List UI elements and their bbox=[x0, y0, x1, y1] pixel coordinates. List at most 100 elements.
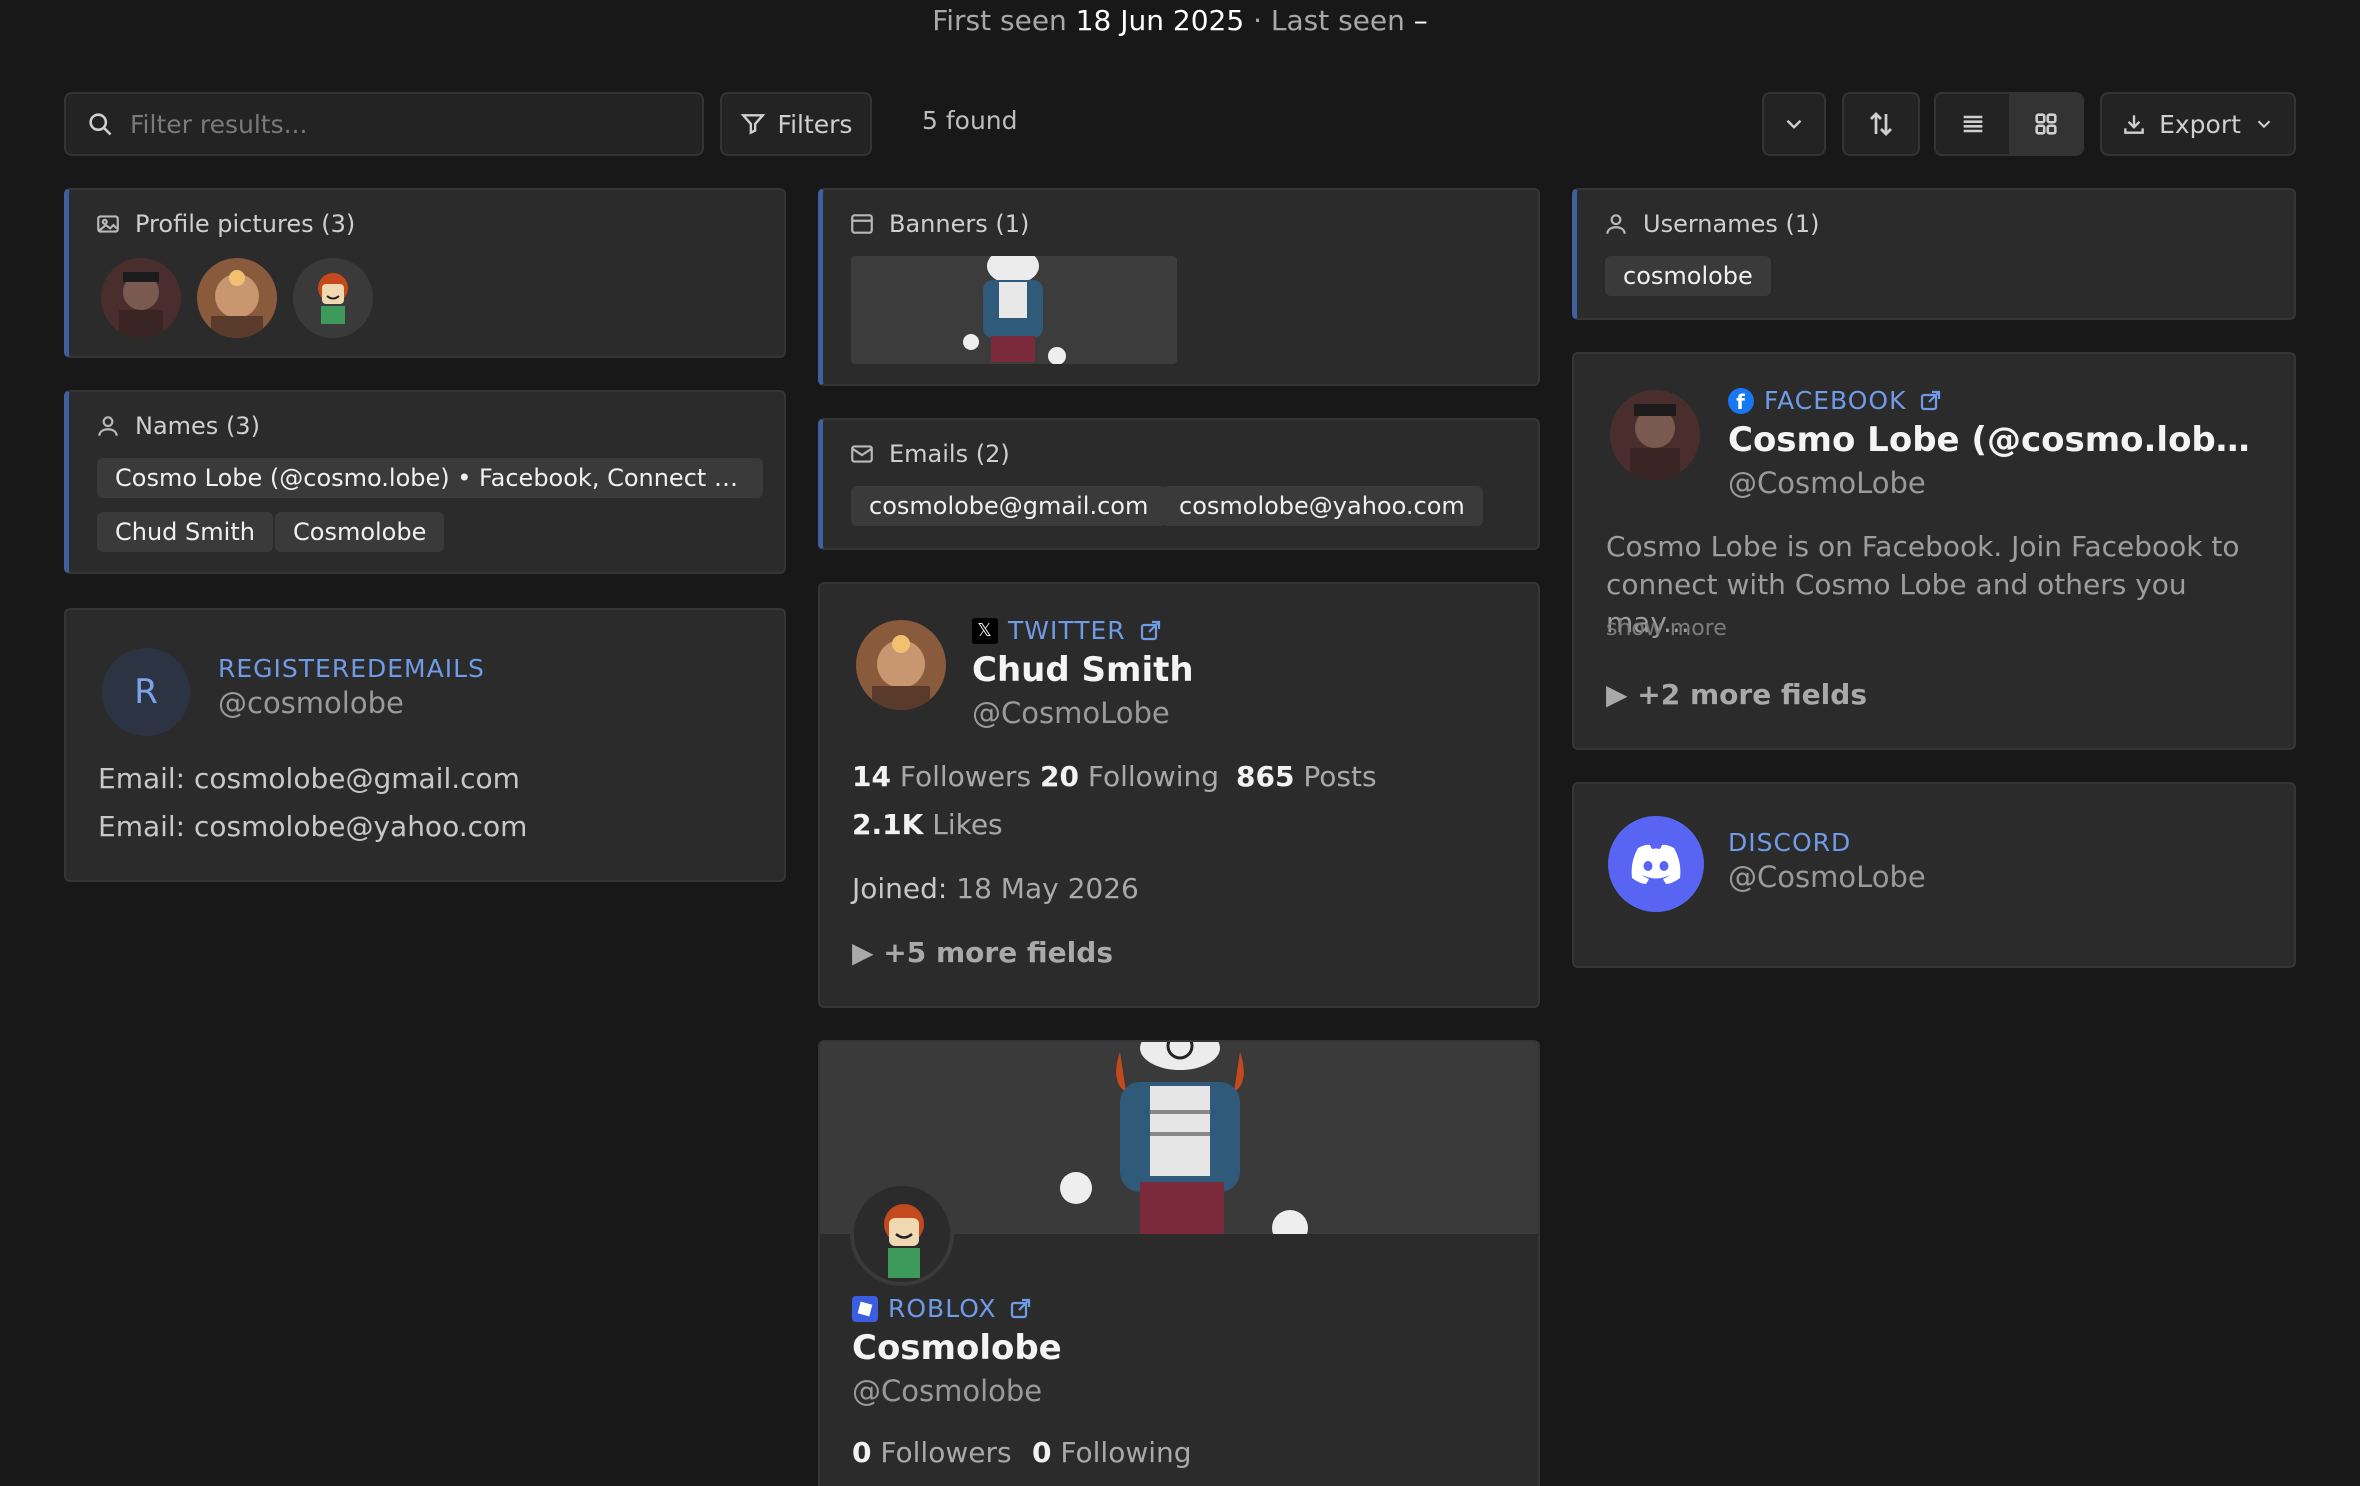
export-button[interactable]: Export bbox=[2100, 92, 2296, 156]
field-label: Joined: bbox=[852, 872, 948, 905]
grid-view-button[interactable] bbox=[2009, 94, 2082, 154]
x-icon: 𝕏 bbox=[972, 617, 998, 644]
sort-button[interactable] bbox=[1842, 92, 1920, 156]
profile-picture-thumb[interactable] bbox=[101, 258, 181, 338]
platform-label: ROBLOX bbox=[888, 1294, 997, 1323]
more-fields-toggle[interactable]: ▶ +5 more fields bbox=[852, 936, 1113, 969]
search-input[interactable]: Filter results... bbox=[64, 92, 704, 156]
names-title: Names (3) bbox=[135, 412, 260, 440]
profile-name: Cosmo Lobe (@cosmo.lobe) • Fa... bbox=[1728, 420, 2268, 460]
search-icon bbox=[89, 113, 112, 136]
followers-stat: 0 Followers bbox=[852, 1436, 1012, 1469]
email-line-value: cosmolobe@yahoo.com bbox=[194, 810, 528, 843]
roblox-icon bbox=[852, 1295, 878, 1322]
search-placeholder: Filter results... bbox=[130, 109, 308, 139]
last-seen-label: Last seen bbox=[1270, 4, 1405, 37]
joined-field: Joined: 18 May 2026 bbox=[852, 872, 1139, 905]
download-icon bbox=[2124, 115, 2144, 134]
stat-value: 14 bbox=[852, 760, 891, 793]
stat-value: 0 bbox=[1032, 1436, 1052, 1469]
profile-pictures-title: Profile pictures (3) bbox=[135, 210, 356, 238]
sort-arrows-icon bbox=[1870, 112, 1892, 136]
list-view-button[interactable] bbox=[1936, 94, 2009, 154]
external-link-icon bbox=[1921, 390, 1941, 410]
avatar bbox=[856, 620, 946, 710]
roblox-card[interactable]: ROBLOX Cosmolobe @Cosmolobe 0 Followers … bbox=[818, 1040, 1540, 1486]
profile-pictures-header: Profile pictures (3) bbox=[95, 210, 355, 238]
external-link-icon bbox=[1011, 1298, 1031, 1318]
email-line-label: Email: bbox=[98, 810, 186, 843]
stat-label: Likes bbox=[932, 808, 1003, 841]
stat-value: 20 bbox=[1040, 760, 1079, 793]
likes-stat: 2.1K Likes bbox=[852, 808, 1003, 841]
profile-name: Cosmolobe bbox=[852, 1328, 1062, 1368]
platform-link[interactable]: f FACEBOOK bbox=[1728, 386, 1942, 415]
chevron-down-icon bbox=[2257, 120, 2271, 129]
external-link-icon bbox=[1140, 620, 1160, 640]
image-icon bbox=[97, 215, 119, 233]
stat-label: Posts bbox=[1303, 760, 1377, 793]
stat-label: Followers bbox=[880, 1436, 1012, 1469]
username-chip[interactable]: cosmolobe bbox=[1605, 256, 1771, 296]
banners-title: Banners (1) bbox=[889, 210, 1030, 238]
avatar: R bbox=[102, 648, 190, 736]
export-label: Export bbox=[2159, 109, 2241, 139]
names-card: Names (3) Cosmo Lobe (@cosmo.lobe) • Fac… bbox=[64, 390, 786, 574]
discord-card[interactable]: DISCORD @CosmoLobe bbox=[1572, 782, 2296, 968]
platform-link[interactable]: ROBLOX bbox=[852, 1294, 1032, 1323]
avatar bbox=[850, 1182, 954, 1286]
facebook-card[interactable]: f FACEBOOK Cosmo Lobe (@cosmo.lobe) • Fa… bbox=[1572, 352, 2296, 750]
platform-label[interactable]: REGISTEREDEMAILS bbox=[218, 654, 485, 683]
platform-label[interactable]: DISCORD bbox=[1728, 828, 1851, 857]
banners-header: Banners (1) bbox=[849, 210, 1029, 238]
banners-card: Banners (1) bbox=[818, 188, 1540, 386]
stat-value: 865 bbox=[1236, 760, 1295, 793]
platform-label: TWITTER bbox=[1008, 616, 1126, 645]
seen-dates: First seen 18 Jun 2025 · Last seen – bbox=[0, 4, 2360, 37]
name-chip[interactable]: Chud Smith bbox=[97, 512, 273, 552]
emails-header: Emails (2) bbox=[849, 440, 1010, 468]
field-value: 18 May 2026 bbox=[956, 872, 1139, 905]
emails-title: Emails (2) bbox=[889, 440, 1010, 468]
chevron-down-icon bbox=[1786, 119, 1802, 129]
stat-label: Followers bbox=[899, 760, 1032, 793]
show-more-link[interactable]: show more bbox=[1606, 616, 1727, 641]
name-chip[interactable]: Cosmo Lobe (@cosmo.lobe) • Facebook, Con… bbox=[97, 458, 763, 498]
mail-icon bbox=[851, 445, 873, 463]
profile-pictures-card: Profile pictures (3) bbox=[64, 188, 786, 358]
seen-separator: · bbox=[1253, 4, 1262, 37]
posts-stat: 865 Posts bbox=[1236, 760, 1377, 793]
discord-icon bbox=[1608, 816, 1704, 912]
more-fields-toggle[interactable]: ▶ +2 more fields bbox=[1606, 678, 1867, 711]
profile-name: Chud Smith bbox=[972, 650, 1194, 690]
handle: @Cosmolobe bbox=[852, 1374, 1043, 1408]
email-line-value: cosmolobe@gmail.com bbox=[194, 762, 520, 795]
handle: @CosmoLobe bbox=[1728, 860, 1926, 894]
name-chip[interactable]: Cosmolobe bbox=[275, 512, 445, 552]
emails-card: Emails (2) cosmolobe@gmail.com cosmolobe… bbox=[818, 418, 1540, 550]
first-seen-label: First seen bbox=[932, 4, 1067, 37]
profile-picture-thumb[interactable] bbox=[197, 258, 277, 338]
following-stat: 20 Following bbox=[1040, 760, 1219, 793]
banner-thumb[interactable] bbox=[851, 256, 1177, 364]
stat-label: Following bbox=[1087, 760, 1220, 793]
email-chip[interactable]: cosmolobe@yahoo.com bbox=[1161, 486, 1483, 526]
first-seen-value: 18 Jun 2025 bbox=[1075, 4, 1245, 37]
profile-picture-thumb[interactable] bbox=[293, 258, 373, 338]
twitter-card[interactable]: 𝕏 TWITTER Chud Smith @CosmoLobe 14 Follo… bbox=[818, 582, 1540, 1008]
usernames-header: Usernames (1) bbox=[1603, 210, 1819, 238]
handle: @CosmoLobe bbox=[1728, 466, 1926, 500]
following-stat: 0 Following bbox=[1032, 1436, 1192, 1469]
registeredemails-card[interactable]: R REGISTEREDEMAILS @cosmolobe Email: cos… bbox=[64, 608, 786, 882]
platform-link[interactable]: 𝕏 TWITTER bbox=[972, 616, 1162, 645]
user-icon bbox=[1606, 214, 1626, 234]
facebook-icon: f bbox=[1728, 387, 1754, 414]
stat-value: 0 bbox=[852, 1436, 872, 1469]
filters-button[interactable]: Filters bbox=[720, 92, 872, 156]
filter-icon bbox=[740, 114, 765, 135]
handle: @cosmolobe bbox=[218, 686, 404, 720]
collapse-dropdown-button[interactable] bbox=[1762, 92, 1826, 156]
last-seen-value: – bbox=[1413, 4, 1428, 37]
avatar bbox=[1610, 390, 1700, 480]
email-chip[interactable]: cosmolobe@gmail.com bbox=[851, 486, 1167, 526]
